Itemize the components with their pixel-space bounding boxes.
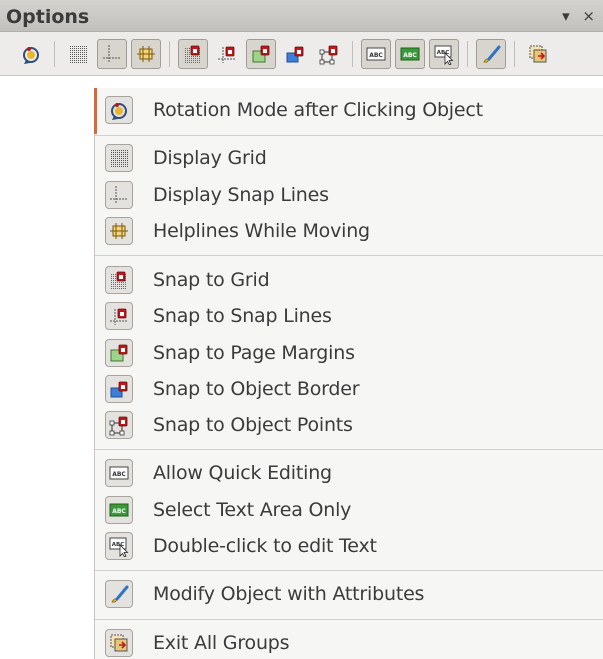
menu-item-rotation-mode[interactable]: Rotation Mode after Clicking Object xyxy=(95,92,603,128)
double-click-edit-text-icon: ABC xyxy=(105,532,133,560)
helplines-while-moving-icon xyxy=(105,217,133,245)
toolbar-button-helplines-while-moving[interactable] xyxy=(131,39,161,69)
exit-all-groups-icon xyxy=(527,43,549,65)
menu-separator xyxy=(95,135,603,136)
svg-text:ABC: ABC xyxy=(369,52,383,59)
toolbar-button-display-snap-lines[interactable] xyxy=(97,39,127,69)
toolbar-separator xyxy=(352,41,353,67)
toolbar-separator xyxy=(467,41,468,67)
menu-item-snap-to-object-border[interactable]: Snap to Object Border xyxy=(95,371,603,407)
allow-quick-editing-icon: ABC xyxy=(365,43,387,65)
select-text-area-only-icon: ABC xyxy=(399,43,421,65)
display-snap-lines-icon xyxy=(105,181,133,209)
snap-to-page-margins-icon xyxy=(105,339,133,367)
rotation-mode-icon xyxy=(20,43,42,65)
toolbar-separator xyxy=(514,41,515,67)
toolbar-button-rotation-mode[interactable] xyxy=(16,39,46,69)
toolbar-title-bar: Options ▾ × xyxy=(0,0,603,32)
svg-text:ABC: ABC xyxy=(403,52,417,59)
toolbar-button-snap-to-object-border[interactable] xyxy=(280,39,310,69)
modify-object-with-attributes-icon xyxy=(105,580,133,608)
menu-item-exit-all-groups[interactable]: Exit All Groups xyxy=(95,625,603,659)
toolbar-button-snap-to-object-points[interactable] xyxy=(314,39,344,69)
menu-item-label: Allow Quick Editing xyxy=(153,462,332,484)
snap-to-page-margins-icon xyxy=(250,43,272,65)
display-grid-icon xyxy=(105,144,133,172)
menu-item-label: Helplines While Moving xyxy=(153,220,370,242)
helplines-while-moving-icon xyxy=(135,43,157,65)
double-click-edit-text-icon: ABC xyxy=(433,43,455,65)
toolbar-button-double-click-edit-text[interactable]: ABC xyxy=(429,39,459,69)
menu-item-select-text-area-only[interactable]: ABC Select Text Area Only xyxy=(95,492,603,528)
modify-object-with-attributes-icon xyxy=(480,43,502,65)
toolbar-button-select-text-area-only[interactable]: ABC xyxy=(395,39,425,69)
menu-item-label: Snap to Object Border xyxy=(153,378,360,400)
rotation-mode-icon xyxy=(105,96,133,124)
options-toolbar: Options ▾ × ABC ABC ABC xyxy=(0,0,603,76)
menu-separator xyxy=(95,255,603,256)
exit-all-groups-icon xyxy=(105,629,133,657)
snap-to-object-border-icon xyxy=(284,43,306,65)
toolbar-title-controls: ▾ × xyxy=(562,7,603,25)
display-snap-lines-icon xyxy=(101,43,123,65)
menu-item-allow-quick-editing[interactable]: ABC Allow Quick Editing xyxy=(95,455,603,491)
menu-item-display-grid[interactable]: Display Grid xyxy=(95,140,603,176)
menu-item-label: Display Snap Lines xyxy=(153,184,329,206)
menu-separator xyxy=(95,619,603,620)
toolbar-button-modify-object-with-attributes[interactable] xyxy=(476,39,506,69)
toolbar-button-snap-to-page-margins[interactable] xyxy=(246,39,276,69)
toolbar-separator xyxy=(169,41,170,67)
menu-separator xyxy=(95,449,603,450)
select-text-area-only-icon: ABC xyxy=(105,496,133,524)
snap-to-object-points-icon xyxy=(105,411,133,439)
menu-item-label: Display Grid xyxy=(153,147,267,169)
options-menu: Rotation Mode after Clicking Object Displ… xyxy=(94,88,603,659)
menu-item-label: Select Text Area Only xyxy=(153,499,352,521)
menu-item-modify-object-with-attributes[interactable]: Modify Object with Attributes xyxy=(95,576,603,612)
svg-text:ABC: ABC xyxy=(112,508,126,515)
menu-item-snap-to-grid[interactable]: Snap to Grid xyxy=(95,262,603,298)
toolbar-dropdown-icon[interactable]: ▾ xyxy=(562,7,570,25)
menu-item-label: Snap to Object Points xyxy=(153,414,353,436)
menu-item-snap-to-page-margins[interactable]: Snap to Page Margins xyxy=(95,335,603,371)
menu-item-display-snap-lines[interactable]: Display Snap Lines xyxy=(95,177,603,213)
toolbar-button-exit-all-groups[interactable] xyxy=(523,39,553,69)
menu-item-helplines-while-moving[interactable]: Helplines While Moving xyxy=(95,213,603,249)
toolbar-button-snap-to-grid[interactable] xyxy=(178,39,208,69)
toolbar-title: Options xyxy=(6,6,90,28)
snap-to-object-border-icon xyxy=(105,375,133,403)
snap-to-object-points-icon xyxy=(318,43,340,65)
menu-item-label: Rotation Mode after Clicking Object xyxy=(153,99,483,121)
toolbar-button-display-grid[interactable] xyxy=(63,39,93,69)
display-grid-icon xyxy=(67,43,89,65)
toolbar-button-allow-quick-editing[interactable]: ABC xyxy=(361,39,391,69)
allow-quick-editing-icon: ABC xyxy=(105,459,133,487)
menu-item-label: Snap to Snap Lines xyxy=(153,305,332,327)
svg-text:ABC: ABC xyxy=(112,471,126,478)
menu-item-label: Double-click to edit Text xyxy=(153,535,377,557)
toolbar-close-icon[interactable]: × xyxy=(582,7,595,25)
snap-to-grid-icon xyxy=(105,266,133,294)
menu-item-double-click-edit-text[interactable]: ABC Double-click to edit Text xyxy=(95,528,603,564)
toolbar-button-snap-to-snap-lines[interactable] xyxy=(212,39,242,69)
menu-item-label: Exit All Groups xyxy=(153,632,290,654)
toolbar-separator xyxy=(54,41,55,67)
snap-to-grid-icon xyxy=(182,43,204,65)
menu-item-label: Snap to Page Margins xyxy=(153,342,355,364)
menu-item-snap-to-snap-lines[interactable]: Snap to Snap Lines xyxy=(95,298,603,334)
menu-separator xyxy=(95,570,603,571)
menu-item-snap-to-object-points[interactable]: Snap to Object Points xyxy=(95,407,603,443)
snap-to-snap-lines-icon xyxy=(216,43,238,65)
snap-to-snap-lines-icon xyxy=(105,302,133,330)
menu-item-label: Snap to Grid xyxy=(153,269,270,291)
menu-item-label: Modify Object with Attributes xyxy=(153,583,425,605)
toolbar-buttons: ABC ABC ABC xyxy=(0,32,603,76)
